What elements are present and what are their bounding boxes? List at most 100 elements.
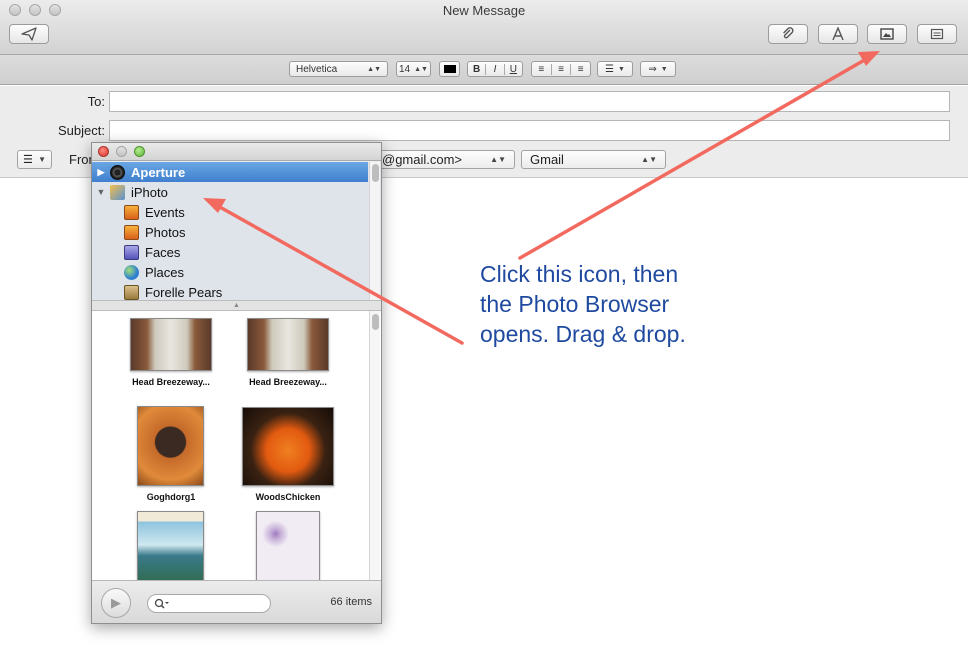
send-icon [21, 27, 37, 41]
updown-icon: ▲▼ [414, 65, 428, 73]
chevron-down-icon: ▼ [618, 65, 625, 73]
indent-icon: ⇒ [648, 63, 657, 75]
zoom-panel-button[interactable] [134, 146, 145, 157]
disclosure-down-icon[interactable]: ▼ [92, 187, 110, 197]
from-select[interactable]: @gmail.com> ▲▼ [378, 150, 515, 169]
grid-scrollbar[interactable] [369, 311, 380, 580]
photo-search-input[interactable] [147, 594, 271, 613]
send-button[interactable] [9, 24, 49, 44]
pane-splitter[interactable]: ▲ [92, 300, 381, 311]
attach-button[interactable] [768, 24, 808, 44]
updown-icon: ▲▼ [367, 65, 381, 73]
font-icon [832, 27, 844, 41]
align-right-icon[interactable]: ≡ [571, 64, 590, 75]
source-photos[interactable]: Photos [92, 222, 368, 242]
window-titlebar: New Message [0, 0, 968, 55]
font-family-select[interactable]: Helvetica ▲▼ [289, 61, 388, 77]
align-center-icon[interactable]: ≡ [552, 63, 572, 75]
source-label: Faces [145, 244, 181, 260]
photo-caption: Goghdorg1 [146, 492, 196, 502]
photo-thumbnail[interactable] [256, 511, 320, 580]
source-faces[interactable]: Faces [92, 242, 368, 262]
source-label: iPhoto [131, 184, 168, 200]
from-value: @gmail.com> [382, 152, 463, 167]
show-fonts-button[interactable] [818, 24, 858, 44]
source-events[interactable]: Events [92, 202, 368, 222]
faces-icon [124, 244, 139, 260]
photo-browser-panel: ▶ Aperture ▼ iPhoto Events Photos Faces … [91, 142, 382, 624]
chevron-down-icon: ▼ [660, 65, 668, 73]
format-bar: Helvetica ▲▼ 14 ▲▼ B I U ≡ ≡ ≡ ☰ ▼ ⇒ ▼ [0, 55, 968, 85]
chevron-down-icon: ▼ [38, 155, 46, 164]
list-icon: ☰ [23, 154, 33, 166]
updown-icon: ▲▼ [490, 155, 506, 164]
photo-thumbnail[interactable] [137, 511, 204, 580]
photo-thumbnail[interactable] [130, 318, 212, 371]
source-label: Places [145, 264, 185, 280]
alignment-group: ≡ ≡ ≡ [531, 61, 591, 77]
minimize-panel-button[interactable] [116, 146, 127, 157]
list-menu[interactable]: ☰ ▼ [597, 61, 633, 77]
subject-label: Subject: [58, 123, 105, 138]
photo-caption: WoodsChicken [255, 492, 321, 502]
source-label: Events [145, 204, 185, 220]
list-icon: ☰ [605, 63, 615, 75]
account-select[interactable]: Gmail ▲▼ [521, 150, 666, 169]
source-scroll-thumb[interactable] [372, 164, 379, 182]
align-left-icon[interactable]: ≡ [532, 63, 552, 75]
annotation-line: Click this icon, then [480, 261, 679, 287]
iphoto-icon [110, 184, 125, 200]
disclosure-right-icon[interactable]: ▶ [92, 167, 110, 178]
events-icon [124, 204, 139, 220]
panel-titlebar[interactable] [92, 143, 381, 161]
text-style-group: B I U [467, 61, 523, 77]
photo-browser-button[interactable] [867, 24, 907, 44]
to-label: To: [87, 94, 105, 109]
template-icon [930, 28, 944, 40]
panel-footer: ▶ 66 items [92, 580, 381, 623]
indent-menu[interactable]: ⇒ ▼ [640, 61, 676, 77]
annotation-text: Click this icon, then the Photo Browser … [480, 259, 780, 349]
grid-scroll-thumb[interactable] [372, 314, 379, 330]
slideshow-button[interactable]: ▶ [101, 588, 131, 618]
annotation-line: opens. Drag & drop. [480, 321, 686, 347]
close-panel-button[interactable] [98, 146, 109, 157]
aperture-icon [110, 164, 125, 180]
font-size-value: 14 [399, 63, 411, 75]
play-icon: ▶ [111, 595, 121, 610]
source-iphoto[interactable]: ▼ iPhoto [92, 182, 368, 202]
italic-button[interactable]: I [486, 63, 505, 75]
photo-browser-icon [880, 28, 894, 40]
font-family-value: Helvetica [296, 63, 338, 75]
header-options-menu[interactable]: ☰ ▼ [17, 150, 52, 169]
bold-button[interactable]: B [468, 63, 487, 75]
globe-icon [124, 264, 139, 280]
color-swatch [443, 65, 456, 73]
window-title: New Message [442, 3, 526, 18]
annotation-line: the Photo Browser [480, 291, 670, 317]
source-label: Forelle Pears [145, 284, 223, 300]
subject-field[interactable] [109, 120, 950, 141]
font-size-select[interactable]: 14 ▲▼ [396, 61, 431, 77]
photo-thumbnail[interactable] [247, 318, 329, 371]
photo-thumbnail[interactable] [242, 407, 334, 486]
text-color-button[interactable] [439, 61, 460, 77]
item-count: 66 items [330, 596, 372, 608]
photo-caption: Head Breezeway... [249, 377, 327, 387]
photos-icon [124, 224, 139, 240]
account-value: Gmail [530, 152, 564, 167]
updown-icon: ▲▼ [641, 155, 657, 164]
paperclip-icon [783, 27, 794, 39]
to-field[interactable] [109, 91, 950, 112]
photo-thumbnail[interactable] [137, 406, 204, 486]
source-places[interactable]: Places [92, 262, 368, 282]
source-label: Aperture [131, 164, 186, 180]
album-icon [124, 284, 139, 300]
source-forelle-pears[interactable]: Forelle Pears [92, 282, 368, 302]
source-aperture[interactable]: ▶ Aperture [92, 162, 368, 182]
photo-grid: Head Breezeway... Head Breezeway... Gogh… [92, 311, 381, 580]
source-scrollbar[interactable] [369, 162, 380, 300]
source-label: Photos [145, 224, 186, 240]
stationery-button[interactable] [917, 24, 957, 44]
underline-button[interactable]: U [505, 64, 522, 75]
